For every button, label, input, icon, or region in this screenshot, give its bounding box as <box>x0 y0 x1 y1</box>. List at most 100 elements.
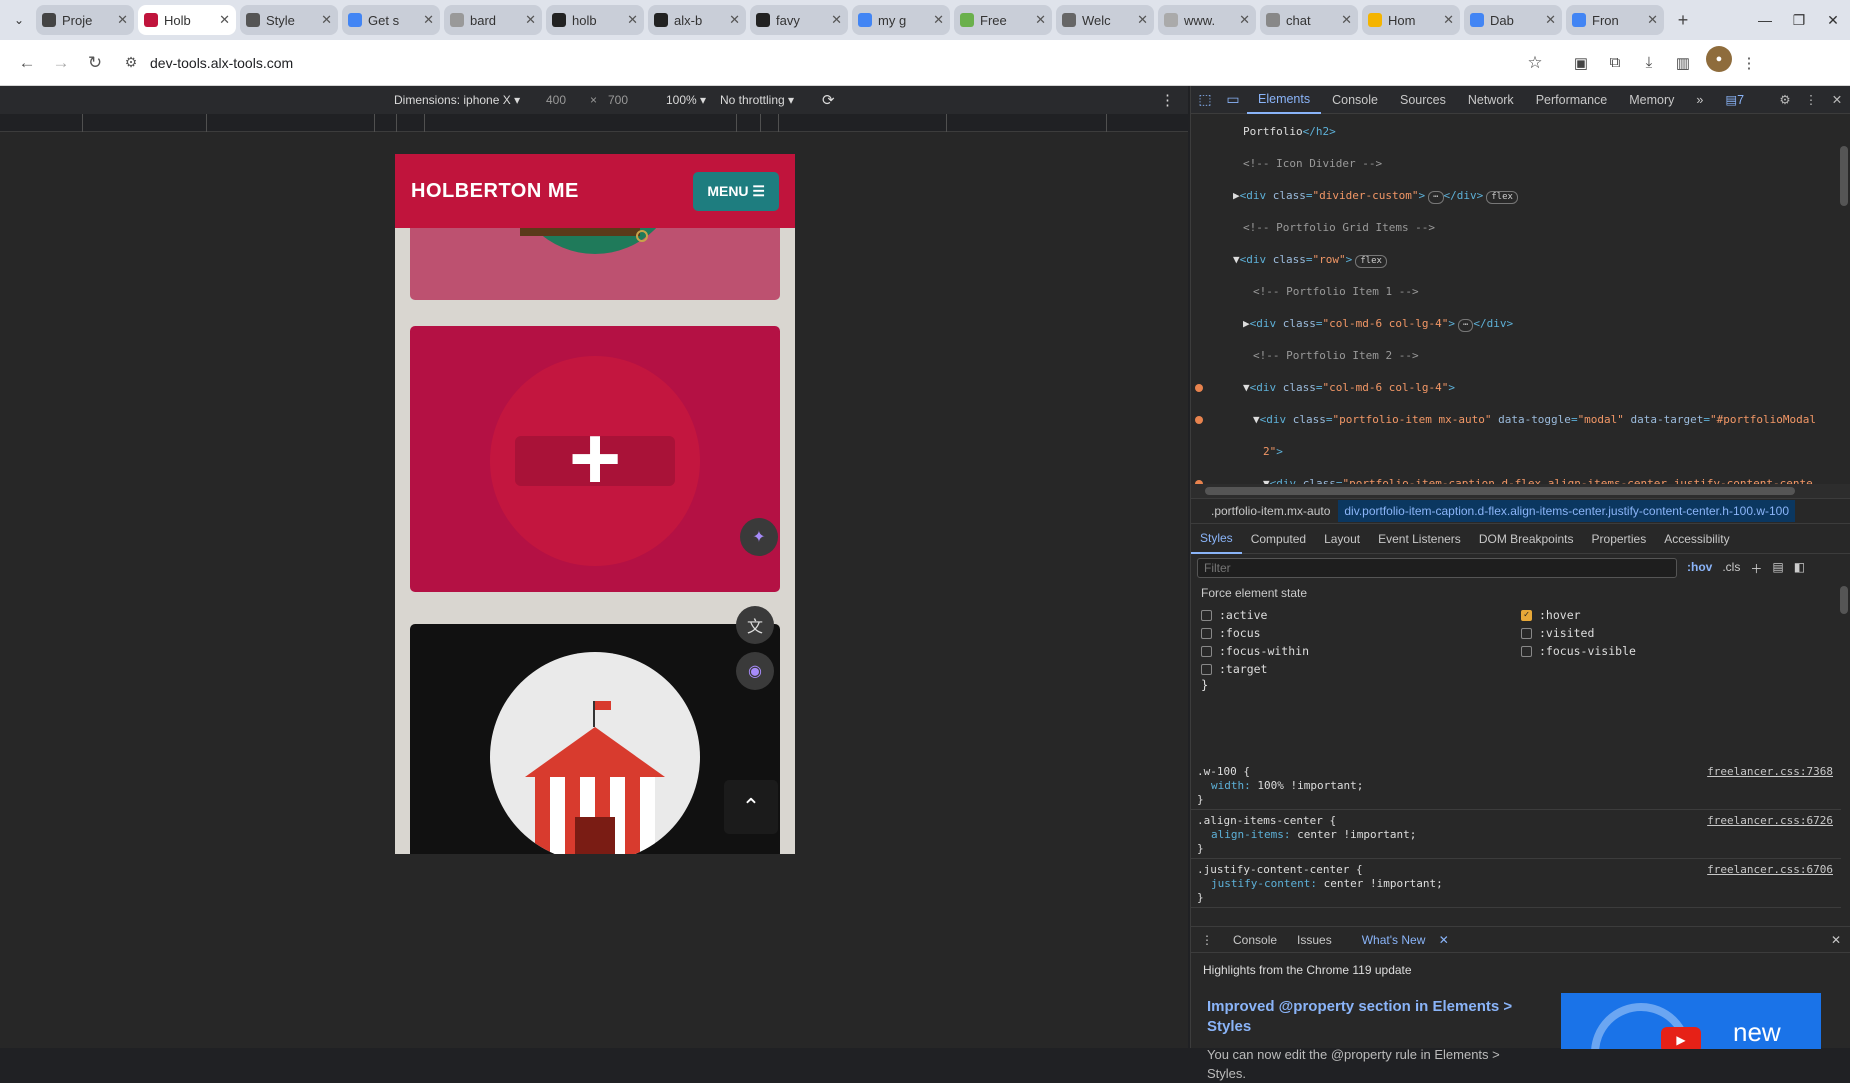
reload-button[interactable]: ↻ <box>78 46 112 80</box>
force-state-option[interactable]: :focus-visible <box>1521 644 1801 658</box>
tab-computed[interactable]: Computed <box>1242 524 1315 554</box>
force-state-option[interactable]: :focus-within <box>1201 644 1521 658</box>
tab-accessibility[interactable]: Accessibility <box>1655 524 1738 554</box>
tab-memory[interactable]: Memory <box>1618 86 1685 114</box>
tab-elements[interactable]: Elements <box>1247 86 1322 114</box>
checkbox[interactable] <box>1521 645 1532 657</box>
download-icon[interactable]: ⤓ <box>1632 46 1666 80</box>
rule-property[interactable]: width <box>1211 779 1244 792</box>
hov-toggle[interactable]: :hov <box>1687 560 1712 577</box>
rule-property[interactable]: justify-content <box>1211 877 1310 890</box>
tab-close-icon[interactable]: ✕ <box>1035 12 1046 28</box>
device-dimensions-select[interactable]: Dimensions: iphone X ▾ <box>394 93 520 107</box>
sidepanel-icon[interactable]: ▥ <box>1666 46 1700 80</box>
zoom-select[interactable]: 100% ▾ <box>666 93 706 107</box>
dom-scrollbar[interactable] <box>1840 146 1848 206</box>
tab-close-icon[interactable]: ✕ <box>423 12 434 28</box>
tab-close-icon[interactable]: ✕ <box>1239 12 1250 28</box>
bookmark-star-icon[interactable]: ☆ <box>1520 53 1550 73</box>
drawer-tab-issues[interactable]: Issues <box>1287 933 1342 947</box>
tab-close-icon[interactable]: ✕ <box>321 12 332 28</box>
tab-close-icon[interactable]: ✕ <box>1443 12 1454 28</box>
force-state-option[interactable]: :visited <box>1521 626 1801 640</box>
forward-button[interactable]: → <box>44 46 78 80</box>
rule-source-link[interactable]: freelancer.css:6726 <box>1707 814 1833 828</box>
checkbox[interactable] <box>1201 645 1212 657</box>
tab-event-listeners[interactable]: Event Listeners <box>1369 524 1470 554</box>
close-window-icon[interactable]: ✕ <box>1816 0 1850 40</box>
styles-scrollbar[interactable] <box>1840 586 1848 614</box>
more-tabs-icon[interactable]: » <box>1685 86 1714 114</box>
force-state-option[interactable]: :focus <box>1201 626 1521 640</box>
rule-source-link[interactable]: freelancer.css:7368 <box>1707 765 1833 779</box>
rule-value[interactable]: 100% !important; <box>1257 779 1363 792</box>
tab-layout[interactable]: Layout <box>1315 524 1369 554</box>
browser-tab[interactable]: www. ✕ <box>1158 5 1256 35</box>
browser-tab[interactable]: Holb ✕ <box>138 5 236 35</box>
new-tab-button[interactable]: + <box>1670 7 1696 33</box>
minimize-icon[interactable]: — <box>1748 0 1782 40</box>
browser-tab[interactable]: Welc ✕ <box>1056 5 1154 35</box>
tab-network[interactable]: Network <box>1457 86 1525 114</box>
devtools-menu-icon[interactable]: ⋮ <box>1798 92 1824 107</box>
browser-tab[interactable]: Hom ✕ <box>1362 5 1460 35</box>
browser-tab[interactable]: Get s ✕ <box>342 5 440 35</box>
rotate-icon[interactable]: ⟳ <box>822 91 835 109</box>
checkbox[interactable]: ✓ <box>1521 609 1532 621</box>
breadcrumb-item[interactable]: .portfolio-item.mx-auto <box>1191 504 1338 518</box>
force-state-option[interactable]: ✓:hover <box>1521 608 1801 622</box>
tab-close-icon[interactable]: ✕ <box>219 12 230 28</box>
tab-close-icon[interactable]: ✕ <box>1341 12 1352 28</box>
paint-icon[interactable]: ▤ <box>1772 560 1783 577</box>
device-toggle-icon[interactable]: ▭ <box>1219 91 1247 108</box>
extension-icon[interactable]: ▣ <box>1564 46 1598 80</box>
rule-property[interactable]: align-items <box>1211 828 1284 841</box>
throttling-select[interactable]: No throttling ▾ <box>720 93 794 107</box>
tab-sources[interactable]: Sources <box>1389 86 1457 114</box>
css-rule[interactable]: .justify-content-center {justify-content… <box>1191 859 1841 908</box>
url-text[interactable]: dev-tools.alx-tools.com <box>150 55 1520 71</box>
menu-button[interactable]: MENU ☰ <box>693 171 779 211</box>
browser-tab[interactable]: Dab ✕ <box>1464 5 1562 35</box>
browser-tab[interactable]: my g ✕ <box>852 5 950 35</box>
force-state-option[interactable]: :target <box>1201 662 1521 676</box>
checkbox[interactable] <box>1201 609 1212 621</box>
extensions-puzzle-icon[interactable]: ⧉ <box>1598 46 1632 80</box>
browser-menu-icon[interactable]: ⋮ <box>1732 46 1766 80</box>
browser-tab[interactable]: bard ✕ <box>444 5 542 35</box>
checkbox[interactable] <box>1201 627 1212 639</box>
tab-close-icon[interactable]: ✕ <box>831 12 842 28</box>
sidebar-toggle-icon[interactable]: ◧ <box>1794 560 1805 577</box>
browser-tab[interactable]: alx-b ✕ <box>648 5 746 35</box>
force-state-option[interactable]: :active <box>1201 608 1521 622</box>
profile-avatar[interactable]: ● <box>1706 45 1732 72</box>
youtube-play-icon[interactable]: ▶ <box>1661 1027 1701 1049</box>
tab-console[interactable]: Console <box>1321 86 1389 114</box>
close-devtools-icon[interactable]: ✕ <box>1824 92 1850 107</box>
tab-styles[interactable]: Styles <box>1191 524 1242 554</box>
dom-tree[interactable]: Portfolio</h2> <!-- Icon Divider --> ▶<d… <box>1191 114 1837 484</box>
tab-properties[interactable]: Properties <box>1583 524 1656 554</box>
checkbox[interactable] <box>1521 627 1532 639</box>
portfolio-item-2[interactable]: + <box>410 326 780 592</box>
tab-close-icon[interactable]: ✕ <box>1647 12 1658 28</box>
height-input[interactable]: 700 <box>608 93 628 107</box>
tab-close-icon[interactable]: ✕ <box>1137 12 1148 28</box>
video-thumbnail[interactable]: ▶ new <box>1561 993 1821 1049</box>
scroll-to-top-button[interactable]: ⌃ <box>724 780 778 834</box>
site-brand[interactable]: HOLBERTON ME <box>411 180 579 203</box>
assistant-icon[interactable]: ◉ <box>736 652 774 690</box>
media-query-ruler[interactable] <box>0 114 1188 132</box>
tab-search-button[interactable]: ⌄ <box>6 7 32 33</box>
back-button[interactable]: ← <box>10 46 44 80</box>
tab-close-icon[interactable]: ✕ <box>525 12 536 28</box>
inspect-element-icon[interactable]: ⬚ <box>1191 91 1219 108</box>
rule-value[interactable]: center !important; <box>1324 877 1443 890</box>
drawer-tab-whats-new[interactable]: What's New ✕ <box>1342 933 1459 947</box>
tab-dom-breakpoints[interactable]: DOM Breakpoints <box>1470 524 1583 554</box>
cls-toggle[interactable]: .cls <box>1722 560 1740 577</box>
styles-filter-input[interactable] <box>1197 558 1677 578</box>
css-rule[interactable]: .w-100 {width: 100% !important;} freelanc… <box>1191 761 1841 810</box>
tab-close-icon[interactable]: ✕ <box>117 12 128 28</box>
translate-icon[interactable]: 文 <box>736 606 774 644</box>
